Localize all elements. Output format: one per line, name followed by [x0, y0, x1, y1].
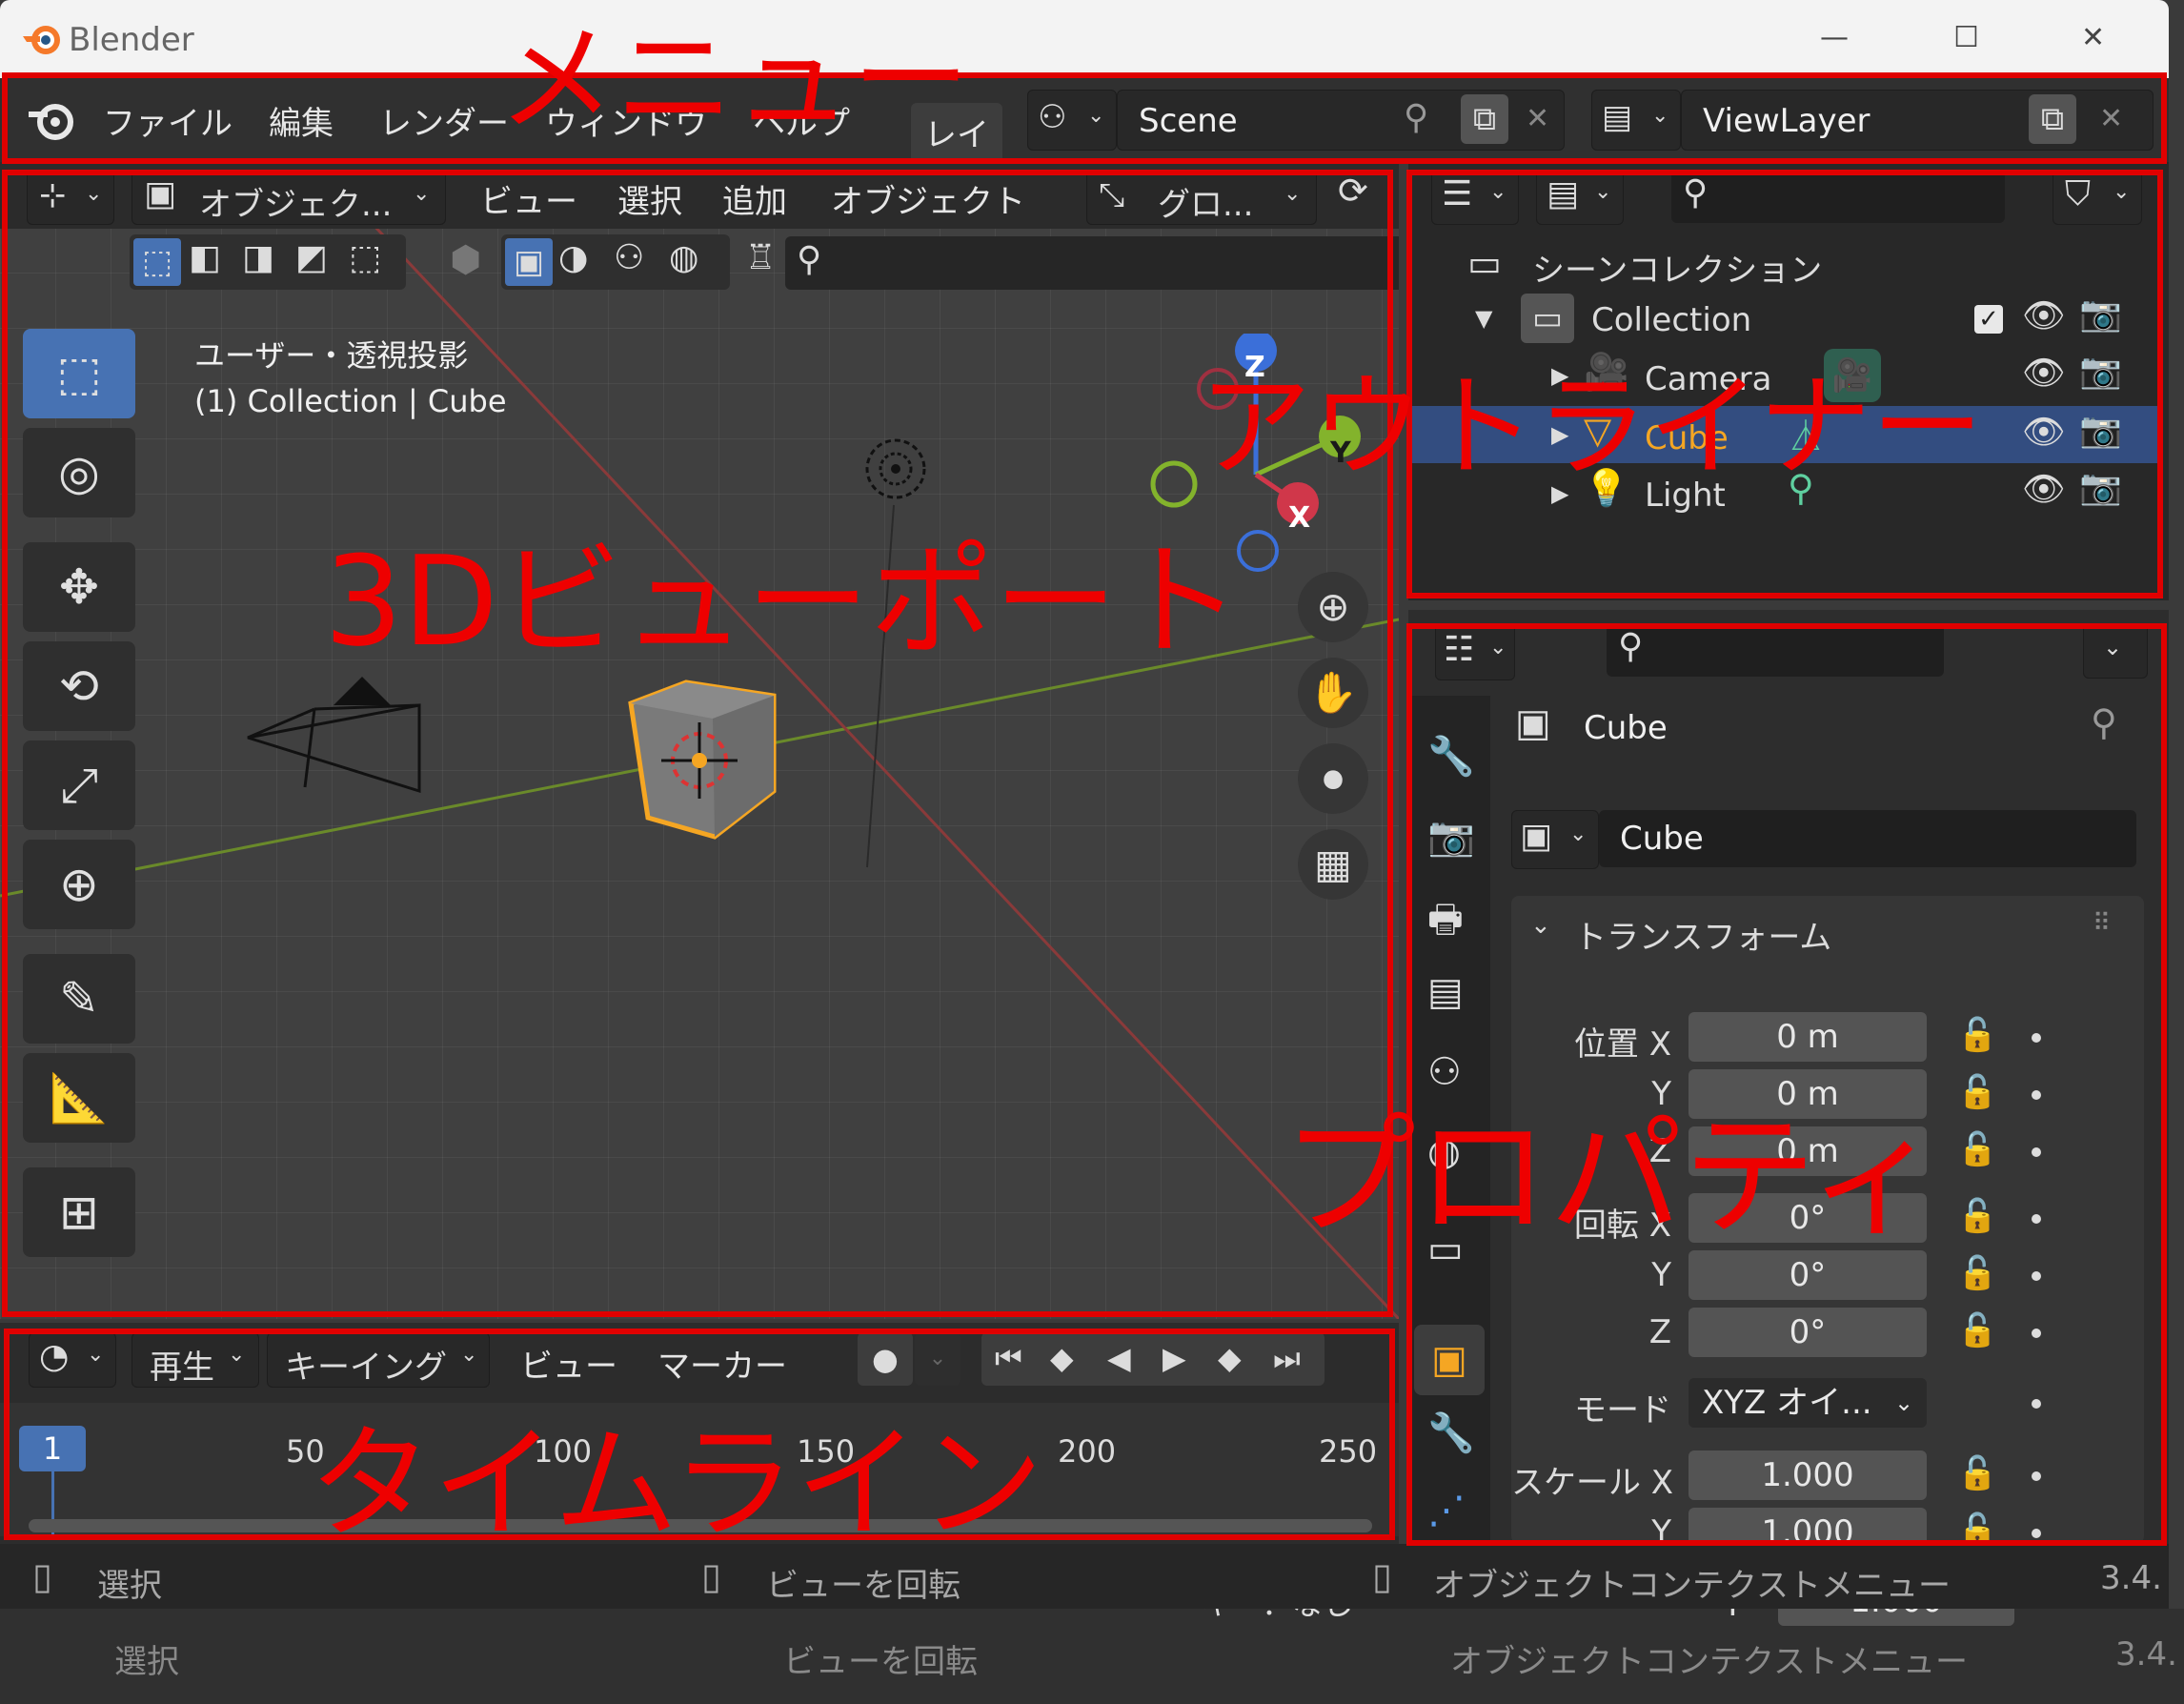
- maximize-button[interactable]: ☐: [1953, 21, 1979, 54]
- bg-select-label: 選択: [114, 1643, 179, 1681]
- title-bar: Blender — ☐ ✕: [0, 0, 2169, 78]
- bg-version-label: 3.4.: [2115, 1635, 2177, 1674]
- bg-rotate-label: ビューを回転: [783, 1643, 978, 1681]
- window-title: Blender: [69, 21, 194, 59]
- mouse-right-icon: ▯: [1372, 1555, 1392, 1597]
- annotation-box-menu: [2, 72, 2167, 164]
- blender-logo-icon: [21, 21, 63, 59]
- annotation-label-viewport: 3Dビューポート: [324, 529, 1242, 674]
- background-window-status: キー：なし Y 1.000 選択 ビューを回転 オブジェクトコンテクストメニュー…: [0, 1576, 2184, 1704]
- annotation-label-timeline: タイムライン: [309, 1411, 1043, 1556]
- status-rotate-label: ビューを回転: [766, 1567, 961, 1605]
- bg-context-label: オブジェクトコンテクストメニュー: [1450, 1643, 1968, 1681]
- status-select-label: 選択: [97, 1567, 162, 1605]
- close-button[interactable]: ✕: [2081, 21, 2105, 54]
- status-context-label: オブジェクトコンテクストメニュー: [1433, 1567, 1951, 1605]
- annotation-label-menu: メニュー: [497, 11, 971, 149]
- minimize-button[interactable]: —: [1820, 21, 1849, 54]
- annotation-box-viewport: [2, 170, 1393, 1317]
- mouse-left-icon: ▯: [32, 1555, 52, 1597]
- annotation-label-outliner: アウトライナー: [1199, 361, 1984, 493]
- annotation-label-properties: プロパティ: [1283, 1100, 1942, 1255]
- version-label: 3.4.: [2100, 1559, 2162, 1597]
